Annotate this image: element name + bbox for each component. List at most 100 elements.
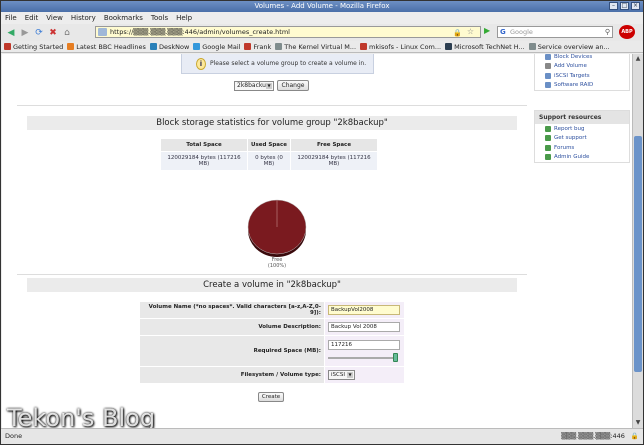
sidebar-link-label: Get support (554, 135, 587, 142)
bookmark-item[interactable]: Google Mail (193, 43, 240, 51)
search-input[interactable]: G Google ⚲ (497, 26, 613, 38)
bookmark-item[interactable]: mkisofs - Linux Com... (360, 43, 441, 51)
magnifier-icon[interactable]: ⚲ (605, 27, 610, 37)
form-row-description: Volume Description: Backup Vol 2008 (140, 319, 404, 335)
form-row-space: Required Space (MB): 117216 (140, 336, 404, 366)
support-panel-heading: Support resources (535, 111, 629, 124)
volume-group-select[interactable]: 2k8backup ▼ (234, 81, 274, 91)
bookmark-item[interactable]: Microsoft TechNet H... (445, 43, 525, 51)
go-arrow-icon[interactable]: ▶ (484, 26, 494, 38)
bookmark-favicon-icon (445, 43, 453, 50)
form-row-name: Volume Name (*no spaces*. Valid characte… (140, 302, 404, 318)
stats-table: Total Space Used Space Free Space 120029… (160, 138, 378, 171)
maximize-button[interactable]: □ (620, 2, 629, 10)
bookmark-label: Latest BBC Headlines (76, 42, 146, 51)
sidebar-link[interactable]: Get support (535, 134, 629, 144)
lock-icon[interactable]: 🔒 (453, 28, 462, 38)
sidebar-link[interactable]: Software RAID (535, 81, 629, 91)
google-icon: G (500, 28, 506, 36)
status-bar: Done ▒▒▒.▒▒▒.▒▒▒:446 🔒 (1, 428, 643, 444)
sidebar-link[interactable]: Add Volume (535, 62, 629, 72)
sidebar: Block Devices Add Volume iSCSI Targets Soft… (534, 54, 632, 428)
filesystem-select[interactable]: iSCSI ▼ (328, 370, 355, 380)
main-panel: i Please select a volume group to create… (17, 54, 527, 428)
sidebar-link[interactable]: Report bug (535, 124, 629, 134)
cell-used: 0 bytes (0 MB) (248, 152, 290, 170)
menu-view[interactable]: View (46, 14, 63, 22)
create-button[interactable]: Create (258, 392, 284, 402)
table-row: 120029184 bytes (117216 MB) 0 bytes (0 M… (161, 152, 377, 170)
sidebar-link-icon (545, 72, 551, 79)
menu-help[interactable]: Help (176, 14, 192, 22)
bookmark-item[interactable]: DeskNow (149, 42, 190, 51)
scroll-up-icon[interactable]: ▲ (634, 55, 642, 63)
filesystem-label: Filesystem / Volume type: (140, 367, 324, 383)
minimize-button[interactable]: – (609, 2, 618, 10)
page-content: i Please select a volume group to create… (2, 54, 632, 428)
scroll-down-icon[interactable]: ▼ (634, 419, 642, 427)
sidebar-link-label: Admin Guide (554, 154, 590, 161)
bookmark-item[interactable]: Getting Started (4, 43, 63, 51)
adblock-icon[interactable]: ABP (619, 25, 635, 39)
url-bar[interactable]: https://▒▒▒.▒▒▒.▒▒▒:446/admin/volumes_cr… (95, 26, 481, 38)
forward-arrow-icon[interactable]: ▶ (19, 27, 31, 39)
home-icon[interactable]: ⌂ (61, 27, 73, 39)
filesystem-selected: iSCSI (331, 372, 345, 378)
cell-free: 120029184 bytes (117216 MB) (291, 152, 377, 170)
info-bulb-icon: i (196, 58, 206, 70)
space-pie-chart (247, 199, 307, 257)
bookmark-label: The Kernel Virtual M... (284, 42, 357, 51)
volume-description-input[interactable]: Backup Vol 2008 (328, 322, 400, 332)
back-arrow-icon[interactable]: ◀ (5, 27, 17, 39)
required-space-slider[interactable] (328, 352, 398, 363)
bookmark-item[interactable]: Latest BBC Headlines (67, 43, 146, 51)
menu-file[interactable]: File (5, 14, 17, 22)
bookmark-favicon-icon (149, 43, 157, 50)
lock-icon[interactable]: 🔒 (631, 429, 639, 443)
sidebar-link[interactable]: iSCSI Targets (535, 71, 629, 81)
window-controls: – □ × (609, 2, 640, 10)
stop-icon[interactable]: ✖ (47, 27, 59, 39)
required-space-label: Required Space (MB): (140, 336, 324, 366)
vertical-scrollbar[interactable]: ▲ ▼ (632, 54, 643, 428)
close-button[interactable]: × (631, 2, 640, 10)
sidebar-link-label: Block Devices (554, 54, 593, 60)
sidebar-link-icon (545, 63, 551, 70)
change-button[interactable]: Change (277, 80, 309, 91)
bookmark-favicon-icon (4, 43, 11, 50)
bookmark-label: DeskNow (158, 42, 190, 51)
header-used: Used Space (248, 139, 290, 151)
pie-label: Free (100%) (263, 257, 291, 269)
volume-group-selected: 2k8backup (237, 82, 270, 89)
star-icon[interactable]: ☆ (467, 27, 474, 37)
sidebar-link[interactable]: Forums (535, 143, 629, 153)
bookmark-item[interactable]: Service overview an... (528, 43, 610, 51)
bookmark-favicon-icon (528, 43, 536, 50)
stats-title: Block storage statistics for volume grou… (27, 116, 517, 130)
menu-tools[interactable]: Tools (151, 14, 168, 22)
reload-icon[interactable]: ⟳ (33, 27, 45, 39)
volumes-menu-panel: Block Devices Add Volume iSCSI Targets Soft… (534, 54, 630, 91)
bookmark-item[interactable]: The Kernel Virtual M... (275, 43, 356, 51)
bookmark-favicon-icon (360, 43, 368, 50)
volume-name-input[interactable]: BackupVol2008 (328, 305, 400, 315)
sidebar-link[interactable]: Admin Guide (535, 153, 629, 163)
support-panel: Support resources Report bug Get support F… (534, 110, 630, 163)
menu-history[interactable]: History (71, 14, 96, 22)
pie-label-percent: (100%) (267, 263, 287, 269)
required-space-input[interactable]: 117216 (328, 339, 400, 350)
divider (17, 274, 527, 275)
search-placeholder: Google (510, 28, 533, 36)
info-message-text: Please select a volume group to create a… (210, 60, 367, 67)
status-text: Done (5, 432, 23, 440)
status-host: ▒▒▒.▒▒▒.▒▒▒:446 (561, 432, 625, 440)
status-right: ▒▒▒.▒▒▒.▒▒▒:446 🔒 (561, 429, 639, 443)
sidebar-link-icon (545, 54, 551, 60)
scrollbar-thumb[interactable] (634, 136, 642, 372)
slider-handle[interactable] (393, 352, 398, 362)
sidebar-link[interactable]: Block Devices (535, 54, 629, 62)
sidebar-link-label: Software RAID (554, 82, 594, 89)
menu-bookmarks[interactable]: Bookmarks (104, 14, 143, 22)
menu-edit[interactable]: Edit (25, 14, 39, 22)
bookmark-item[interactable]: Frank (244, 43, 271, 51)
